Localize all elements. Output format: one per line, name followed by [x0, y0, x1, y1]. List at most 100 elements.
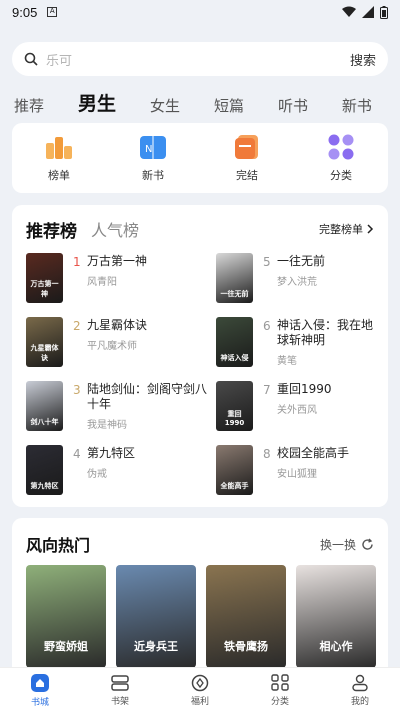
hot-book-cover[interactable]: 相心作	[296, 565, 376, 668]
book-title: 校园全能高手	[277, 446, 350, 460]
nav-label: 书城	[30, 697, 49, 708]
nav-bookshelf[interactable]: 书架	[90, 674, 150, 707]
book-author: 梦入洪荒	[277, 277, 317, 288]
quick-link-label: 分类	[330, 169, 352, 182]
tab-recommend[interactable]: 推荐	[14, 95, 44, 116]
ranking-item[interactable]: 第九特区 4 第九特区 伪戒	[26, 445, 216, 509]
book-author: 伪戒	[87, 469, 107, 480]
rank-number: 1	[73, 255, 81, 269]
hot-card: 风向热门 换一换 野蛮娇姐 近身兵王 铁骨鹰扬 相心作	[12, 518, 388, 678]
ranking-item[interactable]: 一往无前 5 一往无前 梦入洪荒	[216, 253, 376, 317]
hot-header: 风向热门 换一换	[26, 532, 374, 556]
refresh-icon	[362, 538, 373, 550]
bottom-nav: 书城 书架 福利 分类 我的	[0, 667, 400, 712]
tab-male[interactable]: 男生	[78, 89, 116, 116]
book-info: 万古第一神 风青阳	[87, 254, 147, 288]
ranking-item[interactable]: 全能高手 8 校园全能高手 安山狐狸	[216, 445, 376, 509]
rank-number: 7	[263, 383, 271, 397]
svg-text:N: N	[145, 144, 152, 155]
book-author: 黄笔	[277, 356, 297, 367]
cover-text: 全能高手	[220, 482, 249, 490]
hot-cover-text: 近身兵王	[134, 640, 178, 653]
search-bar[interactable]: 乐可 搜索	[12, 42, 388, 76]
ranking-item[interactable]: 九星霸体诀 2 九星霸体诀 平凡魔术师	[26, 317, 216, 381]
search-input[interactable]: 乐可	[46, 50, 350, 69]
quick-link-new-books[interactable]: N 新书	[118, 133, 188, 183]
cover-text: 剑八十年	[30, 418, 59, 426]
book-author: 风青阳	[87, 277, 117, 288]
tab-recommend-ranking[interactable]: 推荐榜	[26, 217, 77, 242]
quick-link-label: 完结	[236, 169, 258, 182]
status-bar: 9:05 A	[0, 0, 400, 24]
ranking-header: 推荐榜 人气榜 完整榜单	[26, 217, 374, 242]
quick-link-ranking[interactable]: 榜单	[24, 133, 94, 183]
tab-new-books[interactable]: 新书	[342, 95, 372, 116]
nav-label: 书架	[110, 696, 129, 707]
ranking-item[interactable]: 剑八十年 3 陆地剑仙：剑阁守剑八十年 我是神码	[26, 381, 216, 445]
tab-short[interactable]: 短篇	[214, 95, 244, 116]
nav-bookstore[interactable]: 书城	[10, 673, 70, 708]
book-info: 一往无前 梦入洪荒	[277, 254, 325, 288]
full-ranking-link[interactable]: 完整榜单	[319, 221, 374, 237]
hot-cover-text: 野蛮娇姐	[44, 640, 88, 653]
cover-text: 万古第一神	[30, 280, 59, 298]
quick-link-completed[interactable]: 完结	[212, 133, 282, 183]
book-title: 神话入侵：我在地球斩神明	[277, 318, 374, 347]
nav-label: 福利	[190, 696, 209, 707]
category-icon	[271, 673, 289, 691]
rank-number: 3	[73, 383, 81, 397]
chevron-right-icon	[367, 224, 374, 234]
book-author: 安山狐狸	[277, 469, 317, 480]
book-cover: 一往无前	[216, 253, 253, 303]
nav-welfare[interactable]: 福利	[170, 674, 230, 707]
signal-icon	[362, 6, 374, 18]
quick-link-label: 新书	[142, 169, 164, 182]
ranking-item[interactable]: 神话入侵 6 神话入侵：我在地球斩神明 黄笔	[216, 317, 376, 381]
wifi-icon	[342, 6, 356, 17]
book-cover: 重回1990	[216, 381, 253, 431]
hot-book-cover[interactable]: 铁骨鹰扬	[206, 565, 286, 668]
book-author: 平凡魔术师	[87, 341, 137, 352]
rank-number: 8	[263, 447, 271, 461]
profile-icon	[352, 674, 368, 691]
book-title: 一往无前	[277, 254, 326, 268]
nav-profile[interactable]: 我的	[330, 674, 390, 707]
nav-label: 分类	[270, 696, 289, 707]
hot-book-cover[interactable]: 野蛮娇姐	[26, 565, 106, 668]
cover-text: 一往无前	[220, 290, 249, 298]
book-author: 关外西风	[277, 405, 317, 416]
hot-title: 风向热门	[26, 536, 91, 555]
nav-label: 我的	[350, 696, 369, 707]
ranking-item[interactable]: 重回1990 7 重回1990 关外西风	[216, 381, 376, 445]
status-time: 9:05	[12, 4, 38, 20]
hot-cover-text: 相心作	[319, 640, 353, 653]
book-cover: 九星霸体诀	[26, 317, 63, 367]
full-ranking-label: 完整榜单	[319, 223, 363, 236]
stack-icon	[235, 135, 258, 159]
quick-link-categories[interactable]: 分类	[306, 133, 376, 183]
quick-links: 榜单 N 新书 完结 分类	[12, 123, 388, 193]
book-info: 陆地剑仙：剑阁守剑八十年 我是神码	[87, 382, 216, 431]
hot-covers: 野蛮娇姐 近身兵王 铁骨鹰扬 相心作	[26, 565, 376, 668]
category-tabs: 推荐 男生 女生 短篇 听书 新书	[14, 88, 386, 116]
book-cover: 剑八十年	[26, 381, 63, 431]
tab-female[interactable]: 女生	[150, 95, 180, 116]
ranking-card: 推荐榜 人气榜 完整榜单 万古第一神 1 万古第一神 风青阳 一往无前 5 一往无前 梦入洪荒…	[12, 205, 388, 507]
tab-popular-ranking[interactable]: 人气榜	[91, 217, 139, 241]
ranking-item[interactable]: 万古第一神 1 万古第一神 风青阳	[26, 253, 216, 317]
gift-icon	[191, 674, 209, 691]
cover-text: 重回1990	[224, 410, 245, 427]
tab-audiobook[interactable]: 听书	[278, 95, 308, 116]
hot-book-cover[interactable]: 近身兵王	[116, 565, 196, 668]
notification-icon: A	[47, 7, 58, 17]
nav-categories[interactable]: 分类	[250, 673, 310, 707]
rank-number: 2	[73, 319, 81, 333]
book-cover: 第九特区	[26, 445, 63, 495]
book-cover: 神话入侵	[216, 317, 253, 367]
search-icon	[24, 52, 38, 66]
home-icon	[31, 673, 49, 692]
refresh-button[interactable]: 换一换	[320, 536, 374, 553]
book-title: 陆地剑仙：剑阁守剑八十年	[87, 382, 208, 411]
search-button[interactable]: 搜索	[350, 50, 376, 69]
book-info: 第九特区 伪戒	[87, 446, 135, 480]
